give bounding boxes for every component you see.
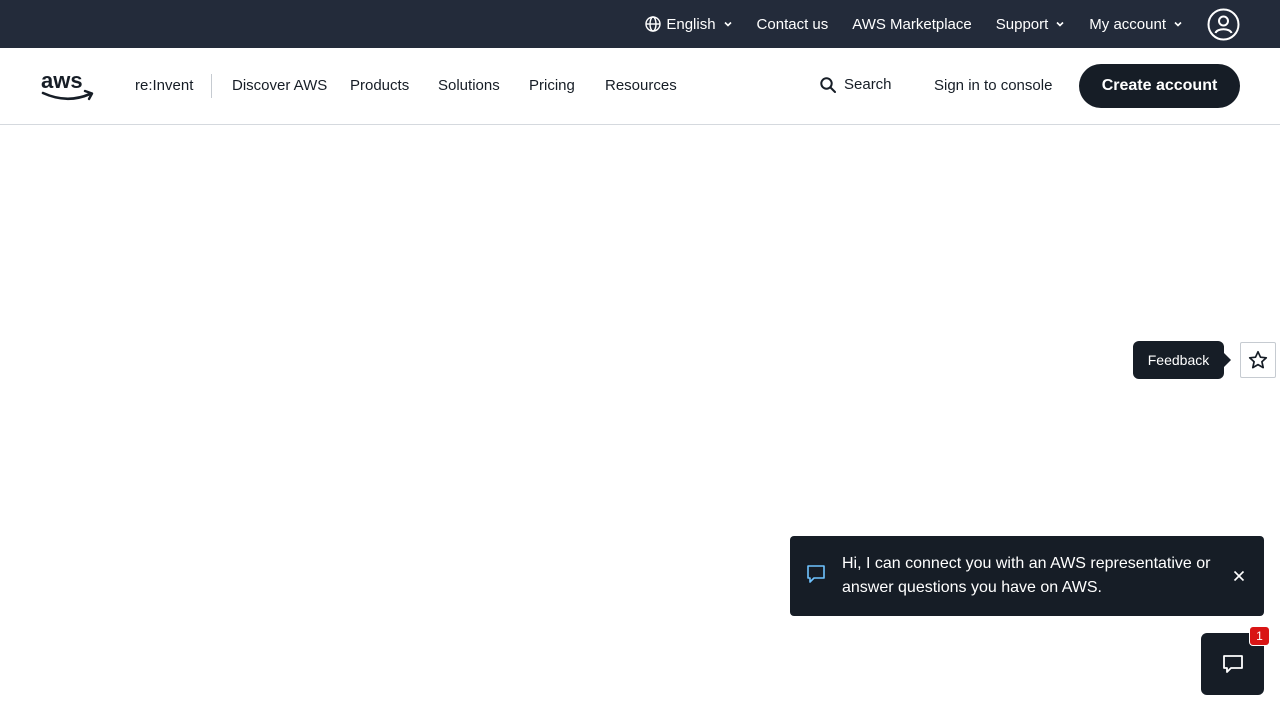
notification-badge: 1 — [1249, 626, 1270, 646]
chevron-down-icon — [723, 21, 732, 27]
feedback-label: Feedback — [1147, 352, 1210, 368]
support-menu[interactable]: Support — [996, 16, 1066, 33]
user-profile-button[interactable] — [1207, 8, 1240, 41]
language-label: English — [666, 15, 716, 33]
nav-divider — [211, 74, 212, 98]
main-navigation: aws re:Invent Discover AWS Products Solu… — [0, 48, 1280, 125]
my-account-menu[interactable]: My account — [1089, 16, 1183, 33]
nav-resources[interactable]: Resources — [605, 77, 677, 94]
star-icon — [1248, 350, 1268, 369]
close-icon[interactable] — [1230, 567, 1248, 585]
nav-discover-aws[interactable]: Discover AWS — [232, 77, 327, 94]
marketplace-label: AWS Marketplace — [852, 15, 972, 33]
my-account-label: My account — [1089, 15, 1166, 33]
create-account-button[interactable]: Create account — [1079, 64, 1240, 108]
feedback-button[interactable] — [1240, 342, 1276, 378]
search-icon — [820, 76, 836, 93]
contact-us-label: Contact us — [756, 15, 829, 33]
chat-bubble-icon — [807, 565, 825, 583]
marketplace-link[interactable]: AWS Marketplace — [852, 16, 971, 33]
nav-reinvent[interactable]: re:Invent — [135, 77, 193, 94]
nav-pricing[interactable]: Pricing — [529, 77, 575, 94]
utility-bar: English Contact us AWS Marketplace Suppo… — [0, 0, 1280, 48]
chat-prompt-popup: Hi, I can connect you with an AWS repres… — [790, 536, 1264, 616]
nav-products[interactable]: Products — [350, 77, 409, 94]
svg-text:aws: aws — [41, 69, 83, 93]
nav-solutions[interactable]: Solutions — [438, 77, 500, 94]
chat-bubble-icon — [1222, 655, 1243, 673]
language-selector[interactable]: English — [645, 16, 732, 33]
globe-icon — [645, 16, 662, 32]
search-label: Search — [844, 76, 892, 93]
chevron-down-icon — [1174, 21, 1182, 27]
chat-message: Hi, I can connect you with an AWS repres… — [842, 555, 1211, 596]
aws-logo[interactable]: aws — [40, 68, 96, 103]
feedback-tooltip: Feedback — [1133, 341, 1231, 379]
sign-in-console-link[interactable]: Sign in to console — [934, 77, 1052, 94]
aws-logo-icon: aws — [41, 68, 94, 101]
support-label: Support — [995, 15, 1049, 33]
search-button[interactable]: Search — [820, 76, 892, 93]
user-circle-icon — [1207, 8, 1240, 40]
chevron-down-icon — [1056, 21, 1064, 27]
contact-us-link[interactable]: Contact us — [757, 16, 829, 33]
